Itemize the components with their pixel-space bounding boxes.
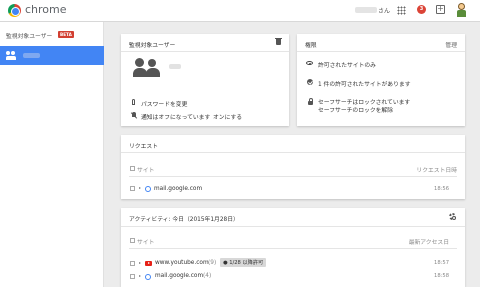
- notifications-status: 通知はオフになっています: [141, 115, 211, 121]
- expand-arrow-icon[interactable]: [139, 262, 141, 264]
- sidebar-title: 監視対象ユーザー: [6, 34, 53, 40]
- unlock-safesearch-link[interactable]: セーフサーチのロックを解除: [318, 105, 393, 114]
- sidebar-item-supervised-user[interactable]: [0, 46, 104, 65]
- google-favicon-icon: [145, 186, 151, 192]
- card-title: 権限: [305, 43, 317, 49]
- people-icon: [6, 51, 19, 60]
- permission-item: 許可されたサイトのみ: [318, 63, 376, 69]
- eye-icon: [306, 61, 313, 65]
- beta-badge: BETA: [58, 31, 74, 38]
- column-header-request-date: リクエスト日時: [416, 168, 457, 174]
- badge-label: 1/28 以降許可: [229, 260, 264, 266]
- avatar[interactable]: [456, 3, 467, 18]
- expand-arrow-icon[interactable]: [139, 187, 141, 189]
- select-all-checkbox[interactable]: [130, 238, 135, 243]
- supervised-user-card: 監視対象ユーザー パスワードを変更 通知はオフになっています オンにする: [121, 34, 289, 126]
- row-checkbox[interactable]: [130, 274, 135, 279]
- brand-name: chrome: [25, 3, 67, 16]
- row-checkbox[interactable]: [130, 186, 135, 191]
- site-name: mail.google.com: [155, 273, 204, 279]
- last-access-time: 18:58: [434, 273, 449, 279]
- top-bar: chrome さん 3 +: [0, 0, 480, 22]
- card-title: 監視対象ユーザー: [129, 43, 176, 49]
- manage-link[interactable]: 管理: [445, 40, 457, 49]
- requests-card: リクエスト サイト リクエスト日時 mail.google.com 18:56: [121, 135, 465, 199]
- allowed-status-badge: ● 1/28 以降許可: [220, 258, 267, 267]
- activity-card: アクティビティ: 今日（2015年1月28日） サイト 最新アクセス日 www.…: [121, 208, 465, 287]
- redacted-user-name: [169, 64, 181, 69]
- check-circle-icon: [307, 79, 313, 85]
- share-icon[interactable]: +: [436, 5, 445, 14]
- redacted-user-name: [23, 53, 40, 58]
- expand-arrow-icon[interactable]: [139, 275, 141, 277]
- site-name: mail.google.com: [154, 186, 203, 192]
- card-title: アクティビティ: 今日（2015年1月28日）: [129, 217, 239, 223]
- youtube-favicon-icon: [145, 261, 152, 266]
- sidebar: 監視対象ユーザー BETA: [0, 22, 104, 287]
- card-title: リクエスト: [129, 144, 158, 150]
- gear-icon[interactable]: [449, 213, 456, 220]
- column-header-last-access: 最新アクセス日: [408, 240, 449, 246]
- request-time: 18:56: [434, 186, 449, 192]
- permission-item: 1 件の許可されたサイトがあります: [318, 82, 411, 88]
- row-checkbox[interactable]: [130, 261, 135, 266]
- site-name: www.youtube.com: [155, 260, 209, 266]
- apps-grid-icon[interactable]: [397, 6, 406, 15]
- people-icon: [133, 58, 162, 77]
- notifications-badge[interactable]: 3: [417, 5, 426, 14]
- redacted-user-name: [355, 7, 377, 13]
- select-all-checkbox[interactable]: [130, 166, 135, 171]
- visit-count: (9): [208, 260, 217, 266]
- visit-count: (4): [203, 273, 212, 279]
- change-password-link[interactable]: パスワードを変更: [141, 99, 187, 108]
- trash-icon[interactable]: [275, 37, 282, 45]
- permissions-card: 権限 管理 許可されたサイトのみ 1 件の許可されたサイトがあります セーフサー…: [297, 34, 465, 126]
- chrome-logo-icon: [8, 4, 21, 17]
- bell-off-icon: [131, 112, 137, 118]
- turn-on-notifications-link[interactable]: オンにする: [213, 112, 242, 121]
- column-header-site: サイト: [137, 240, 155, 246]
- user-suffix: さん: [378, 8, 391, 15]
- check-circle-icon: ●: [223, 260, 228, 266]
- last-access-time: 18:57: [434, 260, 449, 266]
- key-icon: [132, 99, 135, 105]
- lock-icon: [308, 98, 313, 105]
- google-favicon-icon: [145, 274, 151, 280]
- column-header-site: サイト: [137, 168, 155, 174]
